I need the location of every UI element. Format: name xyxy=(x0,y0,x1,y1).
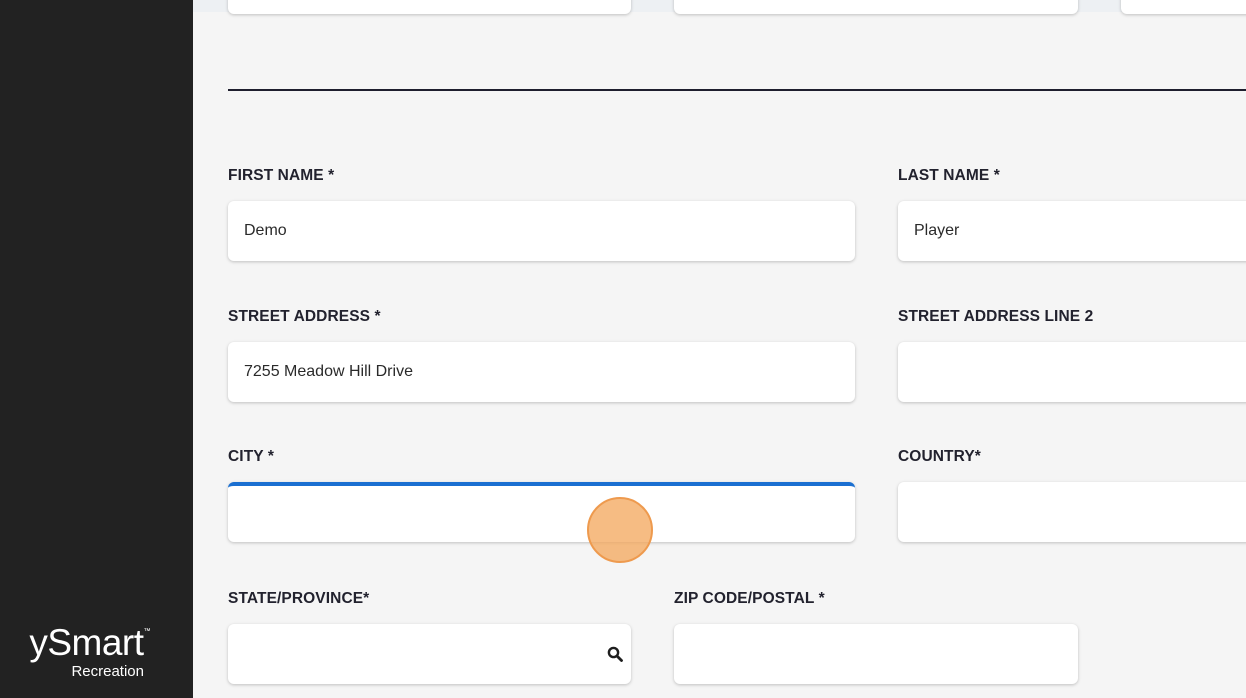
click-indicator xyxy=(587,497,653,563)
first-name-input[interactable] xyxy=(228,201,855,261)
city-input[interactable] xyxy=(228,482,855,542)
brand-logo: ySmart™ xyxy=(29,622,150,663)
section-divider xyxy=(228,89,1246,91)
street-address-2-label: STREET ADDRESS LINE 2 xyxy=(898,308,1094,325)
state-input[interactable] xyxy=(228,624,631,684)
country-input[interactable] xyxy=(898,482,1246,542)
street-address-label: STREET ADDRESS * xyxy=(228,308,381,325)
sidebar: ySmart™ Recreation xyxy=(0,0,193,698)
brand-subtitle: Recreation xyxy=(71,663,144,680)
street-address-input[interactable] xyxy=(228,342,855,402)
zip-label: ZIP CODE/POSTAL * xyxy=(674,590,825,607)
partial-field-1[interactable] xyxy=(228,0,631,14)
street-address-2-input[interactable] xyxy=(898,342,1246,402)
partial-field-3[interactable] xyxy=(1121,0,1246,14)
city-label: CITY * xyxy=(228,448,274,465)
last-name-label: LAST NAME * xyxy=(898,167,1000,184)
state-label: STATE/PROVINCE* xyxy=(228,590,370,607)
partial-field-2[interactable] xyxy=(674,0,1078,14)
zip-input[interactable] xyxy=(674,624,1078,684)
country-label: COUNTRY* xyxy=(898,448,981,465)
last-name-input[interactable] xyxy=(898,201,1246,261)
first-name-label: FIRST NAME * xyxy=(228,167,335,184)
search-icon[interactable] xyxy=(607,646,623,662)
